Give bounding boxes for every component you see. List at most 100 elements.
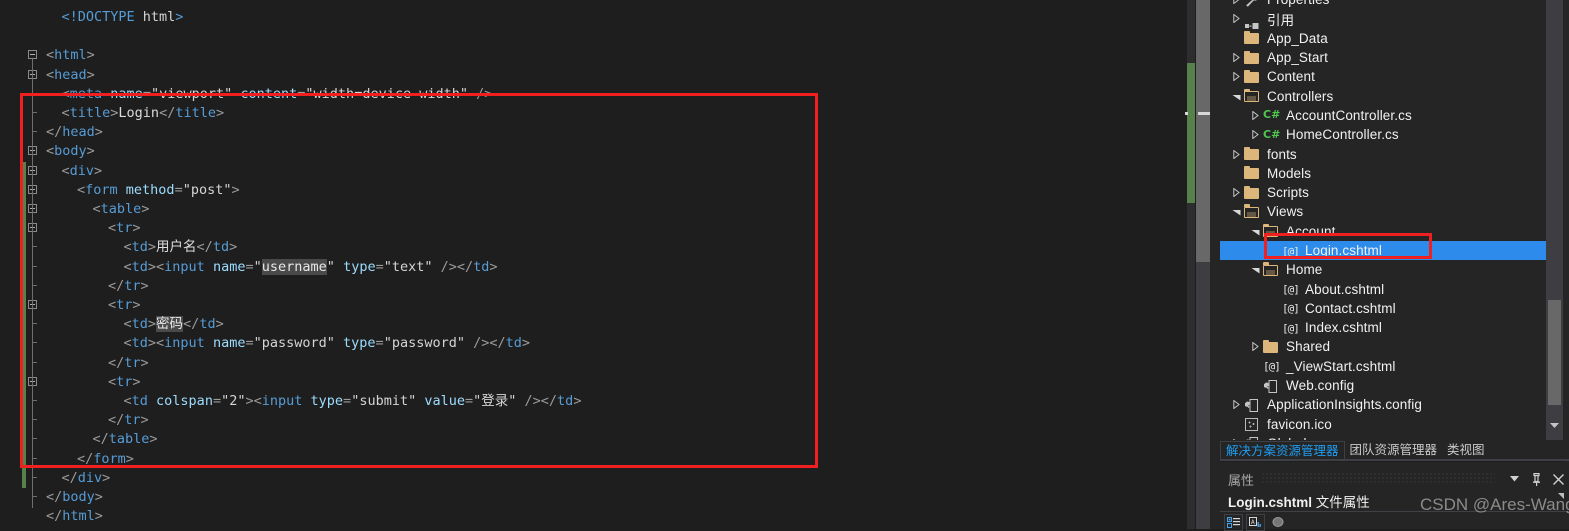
tree-item[interactable]: Controllers xyxy=(1220,86,1549,105)
code-line: <tr> xyxy=(108,296,141,315)
properties-file-suffix: 文件属性 xyxy=(1312,495,1370,510)
solution-explorer-panel[interactable]: Properties 引用 App_Data App_Start Content Cont… xyxy=(1220,0,1569,440)
code-editor[interactable]: <!DOCTYPE html> <html> <head> <meta name="v… xyxy=(0,0,1196,529)
tree-expander[interactable] xyxy=(1249,337,1262,356)
panel-tab-2[interactable]: 团队资源管理器 xyxy=(1345,441,1443,460)
code-folding-margin[interactable] xyxy=(28,0,42,529)
folder-icon xyxy=(1243,50,1262,66)
code-line: <title>Login</title> xyxy=(62,104,225,123)
tree-expander[interactable] xyxy=(1230,67,1243,86)
panel-gripper[interactable] xyxy=(1262,473,1495,485)
tree-expander[interactable] xyxy=(1249,106,1262,125)
tree-expander[interactable] xyxy=(1249,125,1262,144)
panel-tab-1[interactable]: 解决方案资源管理器 xyxy=(1220,441,1345,460)
code-token: tr xyxy=(116,373,133,390)
tree-expander xyxy=(1230,29,1243,48)
tree-expander[interactable] xyxy=(1230,48,1243,67)
tree-item[interactable]: 引用 xyxy=(1220,9,1549,29)
fold-tick xyxy=(32,246,37,248)
editor-scrollbar-thumb[interactable] xyxy=(1196,0,1210,262)
resize-corner-icon[interactable] xyxy=(1558,493,1564,499)
code-token: title xyxy=(175,105,216,121)
tree-item[interactable]: Content xyxy=(1220,67,1549,86)
expander-collapsed-icon[interactable] xyxy=(1233,14,1240,24)
code-token: html xyxy=(62,508,95,525)
tree-expander[interactable] xyxy=(1230,87,1243,106)
tree-item[interactable]: Scripts xyxy=(1220,183,1549,202)
expander-expanded-icon[interactable] xyxy=(1232,93,1241,101)
expander-collapsed-icon[interactable] xyxy=(1252,342,1259,352)
close-icon[interactable] xyxy=(1547,470,1569,488)
expander-expanded-icon[interactable] xyxy=(1251,266,1260,274)
csharp-icon: C# xyxy=(1263,127,1281,141)
expander-expanded-icon[interactable] xyxy=(1251,228,1260,236)
tree-expander[interactable] xyxy=(1230,9,1243,28)
tree-item[interactable]: [@] _ViewStart.cshtml xyxy=(1220,357,1549,376)
fold-tick xyxy=(32,323,37,325)
tree-expander[interactable] xyxy=(1249,222,1262,241)
tree-item[interactable]: Properties xyxy=(1220,0,1549,9)
code-line: <div> xyxy=(62,162,103,181)
properties-page-icon[interactable] xyxy=(1268,514,1287,531)
tree-item-label: fonts xyxy=(1267,146,1297,162)
code-token: td xyxy=(212,239,230,256)
tree-item[interactable]: [@] About.cshtml xyxy=(1220,279,1549,298)
expander-expanded-icon[interactable] xyxy=(1232,208,1241,216)
folder-icon xyxy=(1243,165,1262,181)
properties-toolbar[interactable]: A xyxy=(1224,513,1287,531)
code-token: </ xyxy=(108,412,125,429)
code-line: </form> xyxy=(77,450,134,469)
tree-item[interactable]: App_Data xyxy=(1220,29,1549,48)
tree-item[interactable]: App_Start xyxy=(1220,48,1549,67)
tree-item[interactable]: ApplicationInsights.config xyxy=(1220,395,1549,414)
code-token: tr xyxy=(116,220,133,237)
expander-collapsed-icon[interactable] xyxy=(1233,0,1240,5)
chevron-down-icon[interactable] xyxy=(1503,470,1525,488)
code-token: > xyxy=(147,239,157,256)
scroll-down-arrow-icon[interactable] xyxy=(1546,417,1563,434)
tree-expander[interactable] xyxy=(1230,202,1243,221)
expander-collapsed-icon[interactable] xyxy=(1233,53,1240,63)
tree-expander[interactable] xyxy=(1249,260,1262,279)
alphabetical-view-icon[interactable]: A xyxy=(1246,513,1265,531)
tree-item[interactable]: Web.config xyxy=(1220,376,1549,395)
tree-item[interactable]: Models xyxy=(1220,164,1549,183)
tree-item[interactable]: Views xyxy=(1220,202,1549,221)
panel-tab-3[interactable]: 类视图 xyxy=(1442,441,1490,460)
cshtml-icon: [@] xyxy=(1263,360,1281,374)
expander-collapsed-icon[interactable] xyxy=(1252,130,1259,140)
tree-item[interactable]: Home xyxy=(1220,260,1549,279)
tree-item[interactable]: [@] Contact.cshtml xyxy=(1220,299,1549,318)
expander-collapsed-icon[interactable] xyxy=(1233,72,1240,82)
expander-collapsed-icon[interactable] xyxy=(1233,400,1240,410)
tree-item[interactable]: Account xyxy=(1220,222,1549,241)
tree-expander[interactable] xyxy=(1230,145,1243,164)
solution-tree[interactable]: Properties 引用 App_Data App_Start Content Cont… xyxy=(1220,0,1549,440)
panel-tab-bar[interactable]: 解决方案资源管理器 团队资源管理器 类视图 xyxy=(1220,440,1569,460)
categorized-view-icon[interactable] xyxy=(1224,513,1243,531)
tree-expander[interactable] xyxy=(1230,395,1243,414)
watermark-text: CSDN @Ares-Wang xyxy=(1420,495,1569,514)
tree-expander[interactable] xyxy=(1230,183,1243,202)
tree-item[interactable]: C# AccountController.cs xyxy=(1220,106,1549,125)
tree-item[interactable]: [@] Index.cshtml xyxy=(1220,318,1549,337)
tree-item-selected[interactable]: [@] Login.cshtml xyxy=(1220,240,1549,261)
tree-expander[interactable] xyxy=(1230,0,1243,9)
fold-toggle[interactable] xyxy=(28,50,37,60)
tree-item-label: Account xyxy=(1286,223,1336,239)
tree-item-label: App_Start xyxy=(1267,50,1328,66)
tree-item[interactable]: C# HomeController.cs xyxy=(1220,125,1549,144)
tree-item[interactable]: fonts xyxy=(1220,144,1549,163)
expander-collapsed-icon[interactable] xyxy=(1233,188,1240,198)
expander-collapsed-icon[interactable] xyxy=(1252,110,1259,120)
editor-panel-splitter[interactable] xyxy=(1210,0,1220,529)
expander-collapsed-icon[interactable] xyxy=(1233,149,1240,159)
solution-explorer-scrollbar-thumb[interactable] xyxy=(1548,300,1561,405)
code-token: </ xyxy=(46,489,63,505)
code-token: "post" xyxy=(182,181,232,198)
tree-item[interactable]: Shared xyxy=(1220,337,1549,356)
pin-icon[interactable] xyxy=(1525,470,1547,488)
tree-item[interactable]: favicon.ico xyxy=(1220,415,1549,434)
